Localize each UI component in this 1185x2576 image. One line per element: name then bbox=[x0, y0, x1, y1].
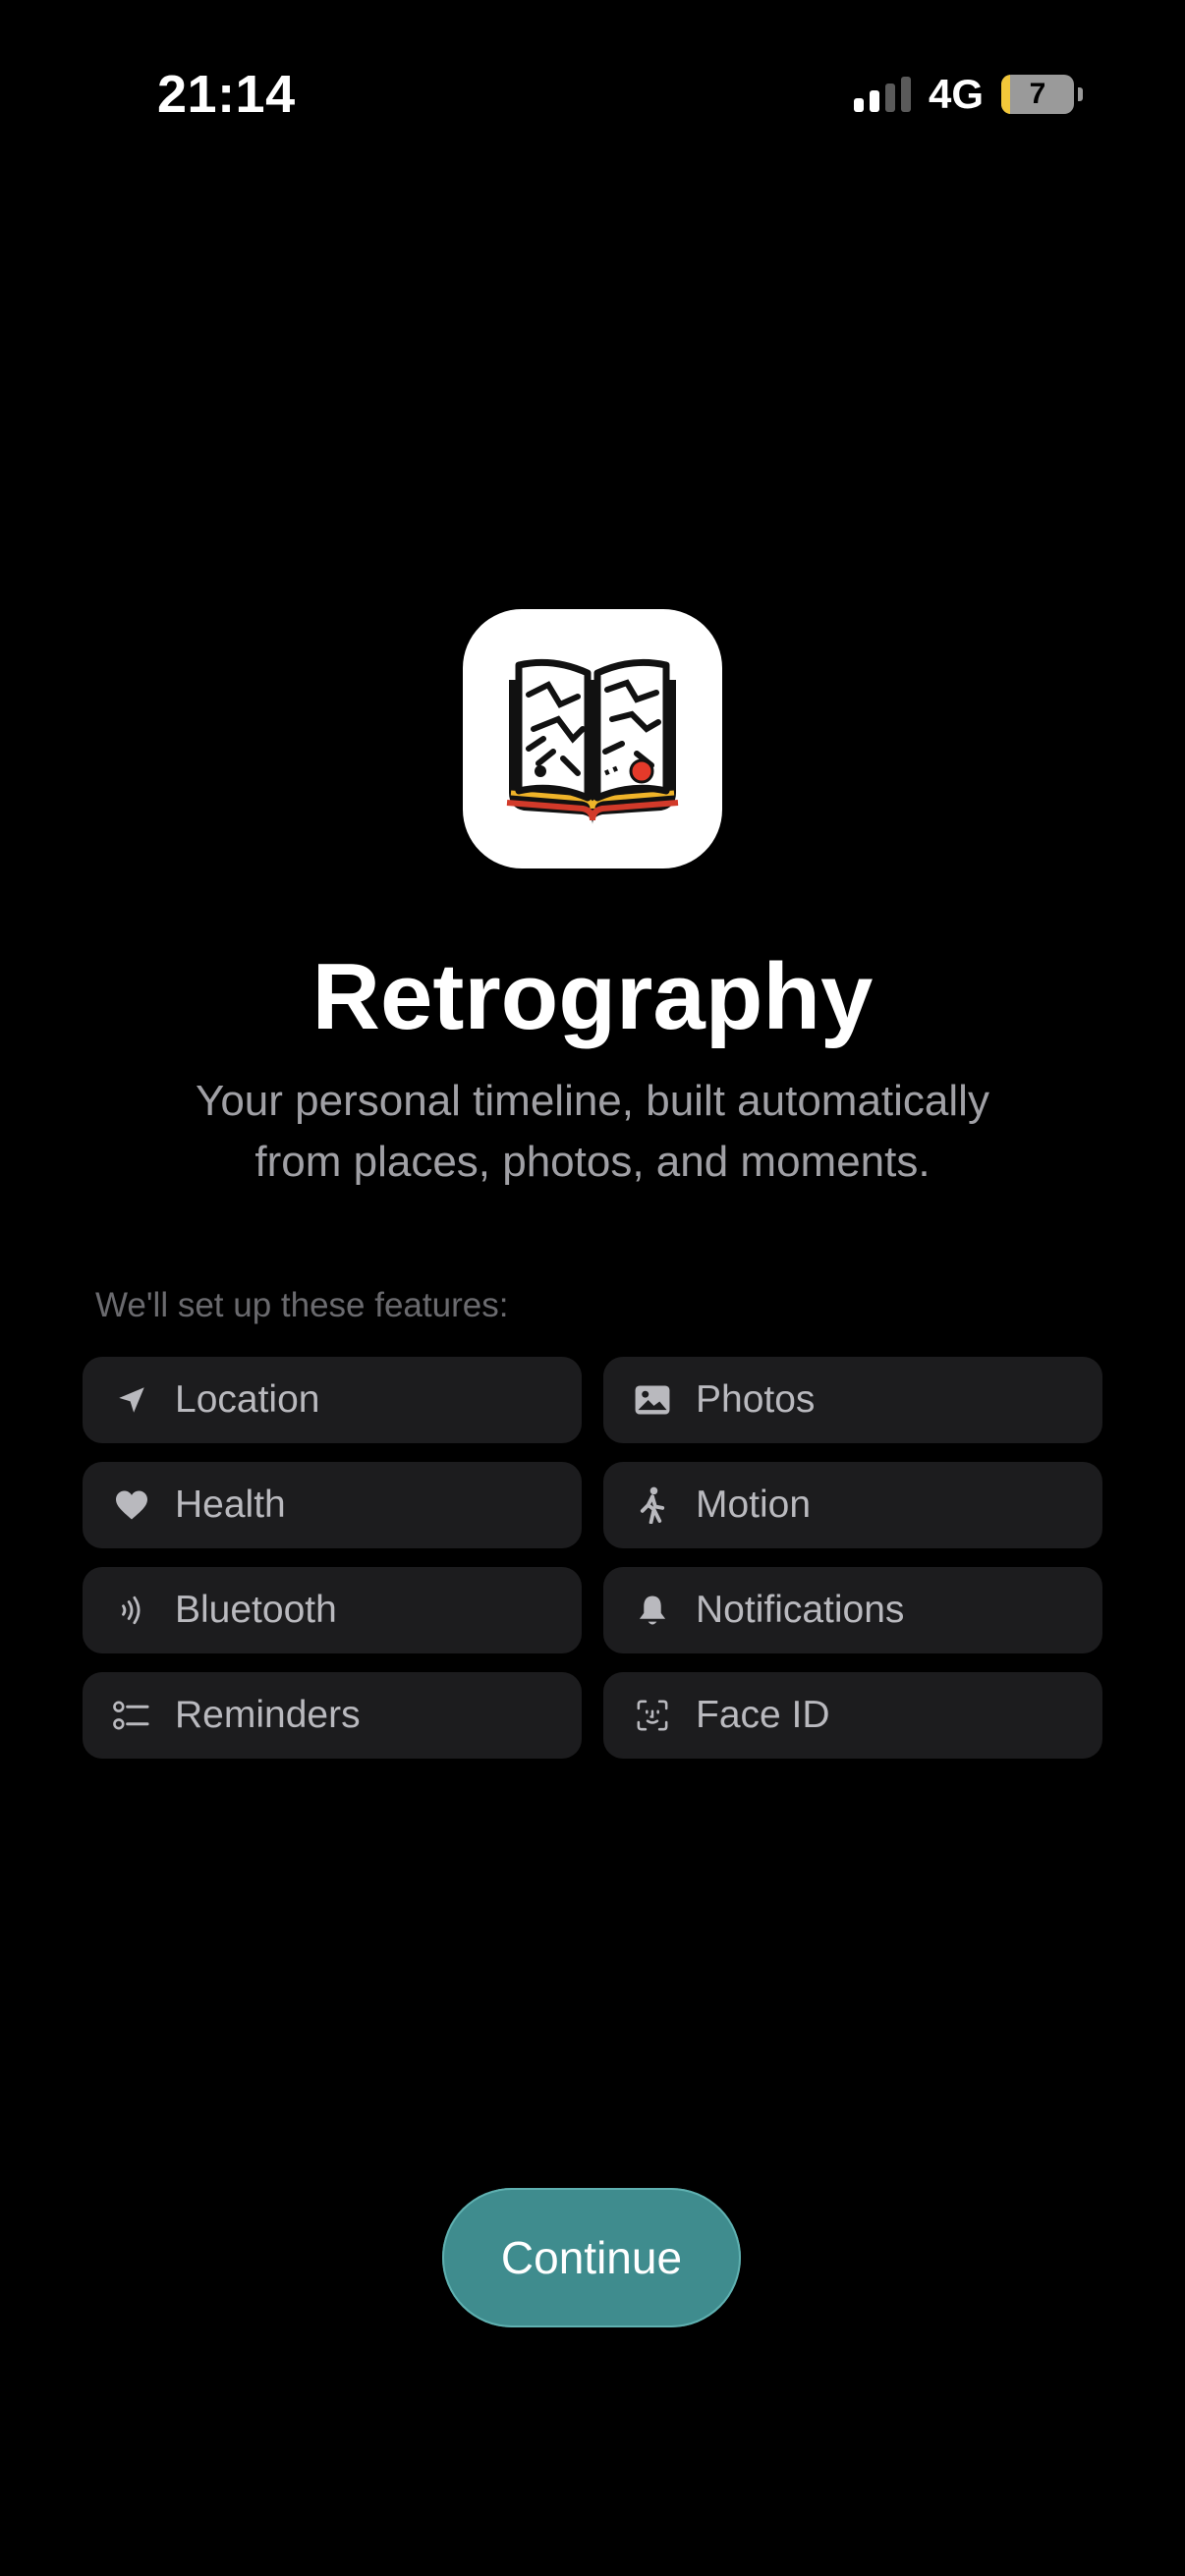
battery-level: 7 bbox=[1029, 78, 1046, 110]
feature-notifications: Notifications bbox=[603, 1567, 1102, 1653]
feature-label: Photos bbox=[696, 1378, 816, 1421]
battery-icon: 7 bbox=[1001, 75, 1074, 114]
location-arrow-icon bbox=[112, 1380, 151, 1420]
status-indicators: 4G 7 bbox=[853, 71, 1083, 118]
app-subtitle-line-2: from places, photos, and moments. bbox=[254, 1138, 931, 1186]
bell-icon bbox=[633, 1591, 672, 1630]
heart-icon bbox=[112, 1485, 151, 1525]
feature-bluetooth: Bluetooth bbox=[83, 1567, 582, 1653]
feature-label: Motion bbox=[696, 1484, 812, 1526]
continue-button[interactable]: Continue bbox=[442, 2188, 741, 2327]
feature-label: Bluetooth bbox=[175, 1589, 337, 1631]
features-heading: We'll set up these features: bbox=[95, 1286, 509, 1324]
feature-label: Reminders bbox=[175, 1694, 361, 1736]
feature-motion: Motion bbox=[603, 1462, 1102, 1548]
checklist-icon bbox=[112, 1696, 151, 1735]
network-type: 4G bbox=[928, 71, 984, 117]
feature-health: Health bbox=[83, 1462, 582, 1548]
open-book-map-icon bbox=[506, 658, 679, 824]
features-grid: Location Photos Health Motion Bluetooth … bbox=[83, 1357, 1102, 1759]
feature-face-id: Face ID bbox=[603, 1672, 1102, 1759]
app-logo bbox=[463, 609, 722, 868]
app-subtitle-line-1: Your personal timeline, built automatica… bbox=[196, 1077, 989, 1125]
photo-icon bbox=[633, 1380, 672, 1420]
feature-location: Location bbox=[83, 1357, 582, 1443]
battery-tip bbox=[1078, 87, 1083, 101]
app-title: Retrography bbox=[311, 944, 874, 1049]
status-time: 21:14 bbox=[157, 65, 296, 124]
feature-label: Health bbox=[175, 1484, 286, 1526]
cellular-signal-icon bbox=[853, 77, 911, 112]
face-id-icon bbox=[633, 1696, 672, 1735]
walking-figure-icon bbox=[633, 1485, 672, 1525]
feature-reminders: Reminders bbox=[83, 1672, 582, 1759]
signal-waves-icon bbox=[112, 1591, 151, 1630]
feature-label: Notifications bbox=[696, 1589, 905, 1631]
feature-label: Face ID bbox=[696, 1694, 830, 1736]
feature-photos: Photos bbox=[603, 1357, 1102, 1443]
app-subtitle: Your personal timeline, built automatica… bbox=[147, 1071, 1038, 1193]
feature-label: Location bbox=[175, 1378, 320, 1421]
